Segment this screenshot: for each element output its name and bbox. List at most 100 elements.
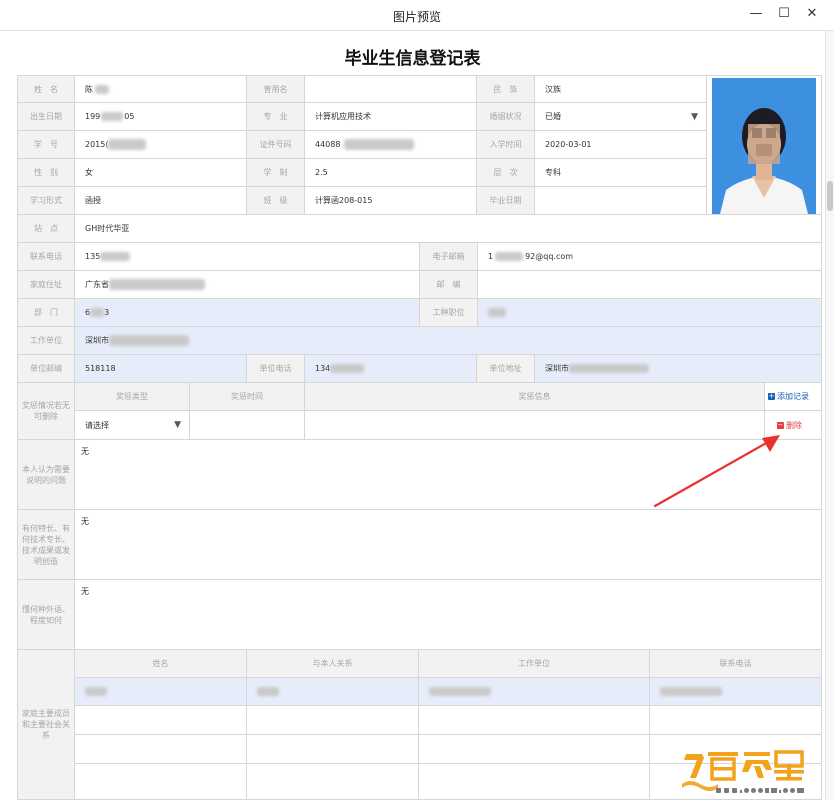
field-work-unit[interactable]: 深圳市 — [75, 327, 822, 355]
label-id-no: 证件号码 — [247, 131, 305, 159]
select-rewards-type[interactable]: 请选择 ▼ — [75, 411, 190, 440]
field-phone[interactable]: 135 — [75, 243, 420, 271]
field-id-no[interactable]: 44088 — [305, 131, 477, 159]
field-ethnicity[interactable]: 汉族 — [535, 75, 707, 103]
field-unit-phone[interactable]: 134 — [305, 355, 477, 383]
close-button[interactable]: ✕ — [802, 5, 822, 23]
family-row-1-work-unit[interactable] — [419, 678, 650, 706]
field-station[interactable]: GH时代华亚 — [75, 215, 822, 243]
field-birth[interactable]: 199 05 — [75, 103, 247, 131]
family-row-2-phone[interactable] — [650, 706, 822, 735]
vertical-scrollbar[interactable] — [825, 31, 834, 800]
field-former-name[interactable] — [305, 75, 477, 103]
label-duration: 学 制 — [247, 159, 305, 187]
redacted-blur — [95, 84, 109, 94]
redacted-blur — [100, 252, 131, 261]
family-row-4-relation[interactable] — [247, 764, 419, 800]
add-record-button[interactable]: + 添加记录 — [768, 391, 809, 402]
label-study-form: 学习形式 — [17, 187, 75, 215]
family-header-work-unit: 工作单位 — [419, 650, 650, 678]
field-major[interactable]: 计算机应用技术 — [305, 103, 477, 131]
field-gender[interactable]: 女 — [75, 159, 247, 187]
work-unit-prefix: 深圳市 — [85, 336, 109, 345]
redacted-blur — [108, 139, 147, 150]
redacted-blur — [429, 687, 491, 696]
family-row-4-name[interactable] — [75, 764, 247, 800]
family-row-3-relation[interactable] — [247, 735, 419, 764]
label-rewards: 奖惩情况若无可删除 — [17, 383, 75, 440]
field-class[interactable]: 计算函208-015 — [305, 187, 477, 215]
field-unit-address[interactable]: 深圳市 — [535, 355, 822, 383]
dropdown-arrow-icon: ▼ — [691, 111, 698, 122]
dropdown-arrow-icon: ▼ — [174, 420, 181, 430]
field-languages[interactable]: 无 — [75, 580, 822, 650]
family-row-2-work-unit[interactable] — [419, 706, 650, 735]
label-class: 班 级 — [247, 187, 305, 215]
redacted-blur — [495, 252, 524, 261]
field-student-no[interactable]: 2015( — [75, 131, 247, 159]
minimize-button[interactable]: — — [746, 5, 766, 23]
scrollbar-thumb[interactable] — [827, 181, 833, 211]
label-grad-date: 毕业日期 — [477, 187, 535, 215]
redacted-blur — [488, 308, 506, 317]
label-email: 电子邮箱 — [420, 243, 478, 271]
field-postcode[interactable] — [478, 271, 822, 299]
label-enroll: 入学时间 — [477, 131, 535, 159]
field-level[interactable]: 专科 — [535, 159, 707, 187]
redacted-blur — [257, 687, 279, 696]
window-title: 图片预览 — [392, 10, 441, 24]
field-email[interactable]: 1 92@qq.com — [478, 243, 822, 271]
form-title: 毕业生信息登记表 — [344, 49, 481, 69]
birth-prefix: 199 — [85, 112, 101, 121]
select-marital[interactable]: 已婚 ▼ — [535, 103, 707, 131]
redacted-blur — [660, 687, 722, 696]
label-family: 家庭主要成员和主要社会关系 — [17, 650, 75, 800]
maximize-button[interactable]: ☐ — [774, 5, 794, 23]
label-job-title: 工种职位 — [420, 299, 478, 327]
field-duration[interactable]: 2.5 — [305, 159, 477, 187]
email-suffix: 92@qq.com — [525, 252, 574, 261]
student-photo — [712, 78, 816, 214]
field-grad-date[interactable] — [535, 187, 707, 215]
rewards-header-type: 奖惩类型 — [75, 383, 190, 411]
label-unit-phone: 单位电话 — [247, 355, 305, 383]
label-marital: 婚姻状况 — [477, 103, 535, 131]
label-former-name: 曾用名 — [247, 75, 305, 103]
field-unit-postcode[interactable]: 518118 — [75, 355, 247, 383]
unit-phone-prefix: 134 — [315, 364, 331, 373]
family-row-1-relation[interactable] — [247, 678, 419, 706]
label-name: 姓 名 — [17, 75, 75, 103]
rewards-header-info: 奖惩信息 — [305, 383, 765, 411]
family-row-1-name[interactable] — [75, 678, 247, 706]
field-job-title[interactable] — [478, 299, 822, 327]
family-row-2-relation[interactable] — [247, 706, 419, 735]
rewards-header-time: 奖惩时间 — [190, 383, 305, 411]
family-row-2-name[interactable] — [75, 706, 247, 735]
add-record-label: 添加记录 — [777, 392, 809, 401]
field-department[interactable]: 63 — [75, 299, 420, 327]
email-prefix: 1 — [488, 252, 494, 261]
field-rewards-time[interactable] — [190, 411, 305, 440]
id-no-prefix: 44088 — [315, 140, 341, 149]
label-station: 站 点 — [17, 215, 75, 243]
rewards-type-placeholder: 请选择 — [85, 420, 109, 430]
field-study-form[interactable]: 函授 — [75, 187, 247, 215]
family-row-3-work-unit[interactable] — [419, 735, 650, 764]
redacted-blur — [344, 139, 415, 150]
family-row-3-name[interactable] — [75, 735, 247, 764]
field-name[interactable]: 陈 — [75, 75, 247, 103]
redacted-blur — [569, 364, 649, 373]
family-row-4-work-unit[interactable] — [419, 764, 650, 800]
family-row-1-phone[interactable] — [650, 678, 822, 706]
field-enroll[interactable]: 2020-03-01 — [535, 131, 707, 159]
family-header-phone: 联系电话 — [650, 650, 822, 678]
add-record-cell: + 添加记录 — [765, 383, 822, 411]
label-birth: 出生日期 — [17, 103, 75, 131]
field-skills[interactable]: 无 — [75, 510, 822, 580]
label-major: 专 业 — [247, 103, 305, 131]
field-address[interactable]: 广东省 — [75, 271, 420, 299]
label-address: 家庭住址 — [17, 271, 75, 299]
label-unit-address: 单位地址 — [477, 355, 535, 383]
family-header-relation: 与本人关系 — [247, 650, 419, 678]
redacted-blur — [109, 279, 205, 290]
